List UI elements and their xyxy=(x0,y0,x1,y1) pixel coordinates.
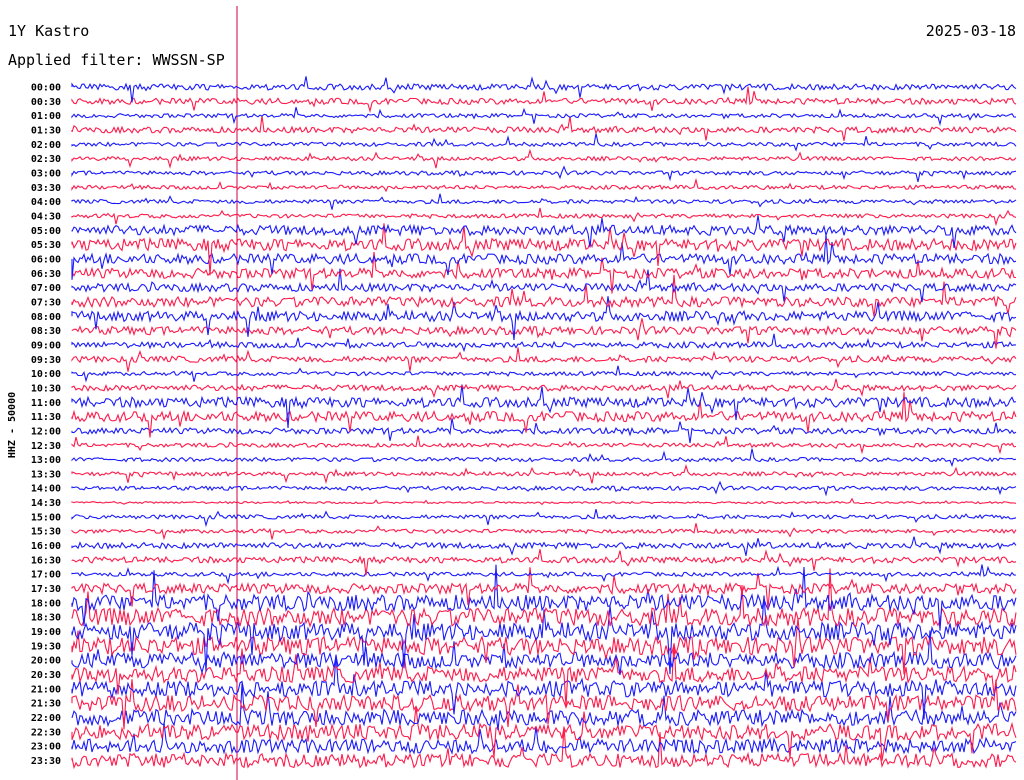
tick-label: 00:30 xyxy=(31,97,61,108)
trace-line xyxy=(71,177,1017,193)
trace-line xyxy=(71,133,1017,152)
tick-label: 22:30 xyxy=(31,727,61,738)
tick-label: 21:30 xyxy=(31,699,61,710)
tick-label: 21:00 xyxy=(31,684,61,695)
tick-label: 02:00 xyxy=(31,140,61,151)
trace-line xyxy=(71,384,1017,428)
tick-label: 15:30 xyxy=(31,527,61,538)
trace-line xyxy=(71,274,1017,317)
tick-label: 02:30 xyxy=(31,154,61,165)
filter-label: Applied filter: WWSSN-SP xyxy=(8,51,225,69)
tick-label: 01:00 xyxy=(31,111,61,122)
tick-label: 18:30 xyxy=(31,613,61,624)
tick-label: 14:30 xyxy=(31,498,61,509)
tick-label: 23:00 xyxy=(31,742,61,753)
trace-line xyxy=(71,347,1017,372)
tick-label: 12:30 xyxy=(31,441,61,452)
tick-label: 17:30 xyxy=(31,584,61,595)
tick-label: 03:30 xyxy=(31,183,61,194)
trace-line xyxy=(71,418,1017,444)
tick-label: 13:30 xyxy=(31,469,61,480)
trace-line xyxy=(71,567,1017,609)
trace-line xyxy=(71,435,1017,455)
tick-label: 09:30 xyxy=(31,355,61,366)
trace-line xyxy=(71,464,1017,485)
trace-line xyxy=(71,86,1017,114)
trace-line xyxy=(71,568,1017,628)
trace-line xyxy=(71,378,1017,399)
tick-label: 05:00 xyxy=(31,226,61,237)
tick-label: 22:00 xyxy=(31,713,61,724)
trace-line xyxy=(71,107,1017,127)
tick-label: 16:00 xyxy=(31,541,61,552)
tick-label: 05:30 xyxy=(31,240,61,251)
tick-label: 11:30 xyxy=(31,412,61,423)
trace-line xyxy=(71,564,1017,585)
tick-label: 00:00 xyxy=(31,83,61,94)
tick-label: 12:00 xyxy=(31,426,61,437)
tick-label: 14:00 xyxy=(31,484,61,495)
trace-line xyxy=(71,549,1017,576)
tick-label: 11:00 xyxy=(31,398,61,409)
trace-line xyxy=(71,148,1017,169)
tick-label: 10:30 xyxy=(31,383,61,394)
trace-line xyxy=(71,706,1017,761)
date-label: 2025-03-18 xyxy=(926,22,1016,40)
tick-label: 03:00 xyxy=(31,169,61,180)
tick-label: 08:00 xyxy=(31,312,61,323)
tick-label: 13:00 xyxy=(31,455,61,466)
tick-label: 17:00 xyxy=(31,570,61,581)
tick-label: 06:00 xyxy=(31,255,61,266)
helicorder-chart: 1Y Kastro 2025-03-18 Applied filter: WWS… xyxy=(7,6,1017,780)
tick-label: 07:00 xyxy=(31,283,61,294)
tick-label: 23:30 xyxy=(31,756,61,767)
tick-label: 19:00 xyxy=(31,627,61,638)
tick-label: 19:30 xyxy=(31,641,61,652)
seismic-traces xyxy=(71,76,1017,770)
tick-label: 20:30 xyxy=(31,670,61,681)
tick-label: 07:30 xyxy=(31,297,61,308)
tick-label: 10:00 xyxy=(31,369,61,380)
tick-label: 16:30 xyxy=(31,555,61,566)
tick-label: 20:00 xyxy=(31,656,61,667)
trace-line xyxy=(71,333,1017,353)
tick-label: 18:00 xyxy=(31,598,61,609)
tick-label: 01:30 xyxy=(31,126,61,137)
trace-line xyxy=(71,365,1017,383)
tick-label: 08:30 xyxy=(31,326,61,337)
trace-line xyxy=(71,448,1017,468)
trace-line xyxy=(71,508,1017,528)
trace-line xyxy=(71,193,1017,210)
tick-label: 09:00 xyxy=(31,340,61,351)
trace-line xyxy=(71,207,1017,227)
trace-line xyxy=(71,497,1017,506)
y-axis-label: HHZ - 50000 xyxy=(7,392,18,458)
trace-line xyxy=(71,536,1017,556)
tick-label: 15:00 xyxy=(31,512,61,523)
tick-label: 04:00 xyxy=(31,197,61,208)
trace-line xyxy=(71,115,1017,141)
trace-line xyxy=(71,618,1017,675)
tick-label: 06:30 xyxy=(31,269,61,280)
trace-line xyxy=(71,480,1017,497)
trace-line xyxy=(71,165,1017,183)
station-title: 1Y Kastro xyxy=(8,22,89,40)
tick-label: 04:30 xyxy=(31,212,61,223)
trace-line xyxy=(71,523,1017,541)
time-tick-labels: 00:00 00:30 01:00 01:30 02:00 02:30 03:00 03:30… xyxy=(31,83,61,768)
